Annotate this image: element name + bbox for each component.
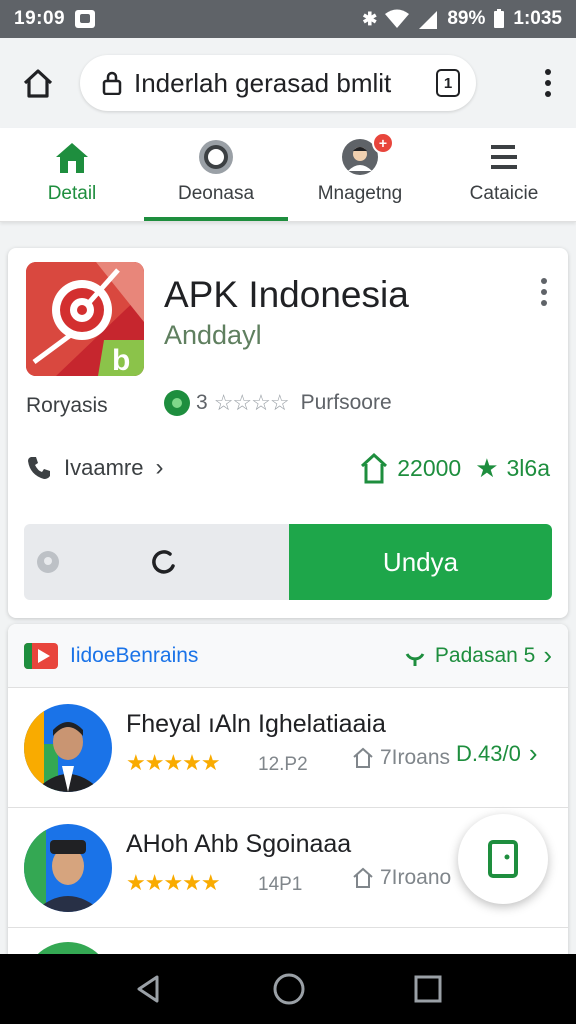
star-icon: ★ — [475, 452, 499, 483]
bluetooth-icon: ✱ — [362, 8, 378, 29]
loading-icon — [152, 550, 175, 574]
tab-label: Cataicie — [469, 183, 539, 204]
home-outline-icon — [361, 452, 388, 484]
contact-link[interactable]: Ivaamre › — [26, 454, 163, 482]
item-meta-text: 7Iroans — [380, 746, 451, 769]
app-tabs: Detail Deonasa + Mnagetng Cataicie — [0, 128, 576, 222]
dot — [545, 91, 551, 97]
item-reviews: 14P1 — [258, 874, 303, 895]
item-price: D.43/0 — [456, 740, 521, 766]
circle-icon — [199, 140, 233, 174]
status-time: 19:09 — [14, 8, 66, 29]
device-icon — [488, 840, 518, 878]
chevron-right-icon: › — [155, 454, 164, 481]
avatar — [24, 704, 112, 792]
star-rating: ★★★★★ — [126, 870, 221, 895]
action-row: Undya — [24, 524, 552, 600]
battery-icon — [494, 9, 505, 28]
item-meta-text: 7Iroano — [380, 866, 452, 889]
avatar — [24, 824, 112, 912]
rating-value: 3 — [196, 391, 208, 414]
contact-label: Ivaamre — [64, 455, 144, 480]
install-button[interactable]: Undya — [289, 524, 552, 600]
dot — [541, 289, 547, 295]
status-bar: 19:09 ✱ 89% 1:035 — [0, 0, 576, 38]
list-action-label: Padasan 5 — [434, 643, 536, 667]
status-clock: 1:035 — [513, 8, 562, 29]
dot — [545, 80, 551, 86]
tab-switcher-button[interactable]: 1 — [436, 69, 460, 97]
tab-label: Detail — [47, 183, 97, 204]
list-title[interactable]: IidoeBenrains — [70, 644, 198, 668]
menu-lines-icon — [491, 145, 517, 169]
item-reviews: 12.P2 — [258, 754, 308, 775]
location-icon — [37, 551, 59, 573]
dot — [541, 278, 547, 284]
home-icon — [56, 143, 88, 173]
app-developer-link[interactable]: Anddayl — [164, 320, 262, 351]
secondary-action[interactable] — [24, 524, 289, 600]
app-title: APK Indonesia — [164, 274, 409, 315]
home-outline-icon — [353, 867, 373, 888]
video-play-icon — [24, 642, 58, 669]
battery-text: 89% — [447, 8, 486, 29]
floating-action-button[interactable] — [458, 814, 548, 904]
star-outline-icon: ☆☆☆☆ — [213, 390, 290, 415]
item-name: Fheyal ıAln Ighelatiaaia — [126, 710, 386, 738]
tab-mnagetng[interactable]: + Mnagetng — [288, 128, 432, 221]
browser-menu-button[interactable] — [538, 63, 558, 103]
svg-text:b: b — [112, 344, 130, 376]
system-nav-bar — [0, 954, 576, 1024]
notification-icon — [75, 10, 96, 28]
home-outline-icon — [353, 747, 373, 768]
item-meta: 7Iroans — [352, 746, 450, 770]
status-right: ✱ 89% 1:035 — [362, 8, 562, 30]
recents-icon[interactable] — [413, 974, 443, 1004]
app-detail-card: b APK Indonesia Anddayl Roryasis 3 ☆☆☆☆ … — [8, 248, 568, 618]
list-item[interactable]: Fheyal ıAln Ighelatiaaia ★★★★★ 12.P2 7Ir… — [8, 688, 568, 808]
chevron-right-icon: › — [528, 738, 538, 768]
refresh-icon — [405, 652, 425, 666]
address-bar[interactable]: Inderlah gerasad bmlit 1 — [80, 55, 476, 111]
url-text: Inderlah gerasad bmlit — [134, 67, 392, 98]
list-header: IidoeBenrains Padasan 5 › — [8, 624, 568, 688]
app-logo: b — [26, 262, 144, 376]
downloads-count: 22000 — [397, 454, 462, 481]
play-badge-icon — [164, 390, 190, 416]
lock-icon — [102, 71, 122, 95]
stats-row: 22000 ★ 3l6a — [359, 452, 550, 484]
score-value: 3l6a — [506, 454, 550, 481]
chevron-right-icon: › — [543, 640, 552, 670]
browser-toolbar: Inderlah gerasad bmlit 1 — [0, 38, 576, 128]
tab-label: Mnagetng — [317, 183, 403, 204]
tab-deonasa[interactable]: Deonasa — [144, 128, 288, 221]
dot — [545, 69, 551, 75]
related-list: IidoeBenrains Padasan 5 › Fheyal ıAln Ig… — [8, 624, 568, 964]
back-icon[interactable] — [133, 973, 165, 1005]
item-price-link[interactable]: D.43/0 › — [456, 738, 538, 769]
item-name: AHoh Ahb Sgoinaaa — [126, 830, 352, 858]
notification-badge: + — [372, 132, 394, 154]
home-icon — [23, 69, 53, 98]
rating-row: 3 ☆☆☆☆ Purfsoore — [164, 390, 392, 416]
item-meta: 7Iroano — [352, 866, 451, 890]
tab-detail[interactable]: Detail — [0, 128, 144, 221]
rating-label: Purfsoore — [300, 391, 392, 414]
star-rating: ★★★★★ — [126, 750, 221, 775]
dot — [541, 300, 547, 306]
card-more-button[interactable] — [538, 278, 550, 312]
tab-label: Deonasa — [177, 183, 255, 204]
signal-icon — [419, 11, 438, 29]
wifi-icon — [385, 9, 410, 28]
tab-cataicie[interactable]: Cataicie — [432, 128, 576, 221]
home-button[interactable] — [18, 63, 58, 103]
app-category: Roryasis — [26, 394, 108, 417]
phone-icon — [28, 457, 50, 479]
list-action-link[interactable]: Padasan 5 › — [403, 640, 552, 671]
home-circle-icon[interactable] — [272, 972, 306, 1006]
